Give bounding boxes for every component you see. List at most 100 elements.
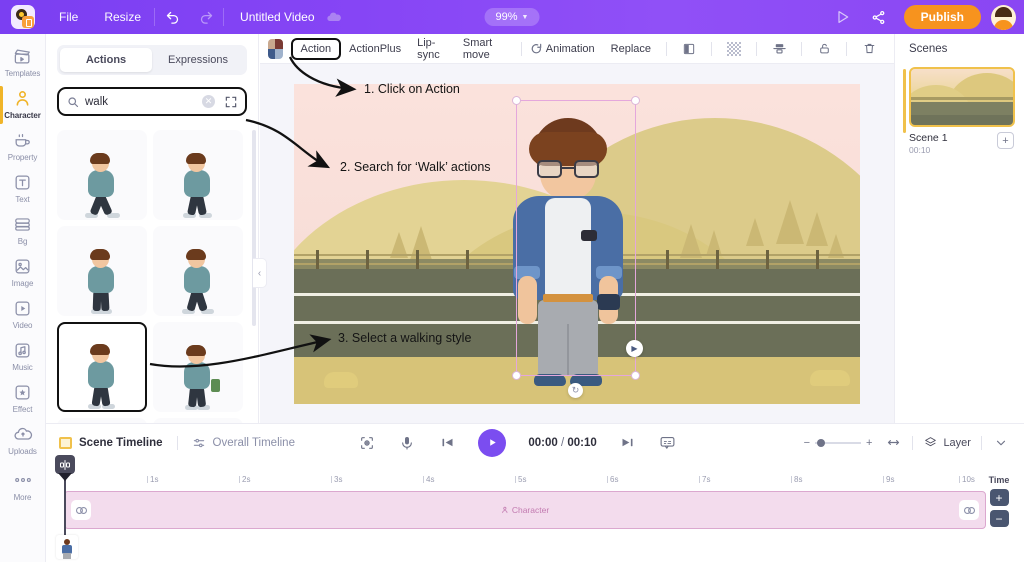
focus-icon[interactable] [358,434,376,452]
toolbar-lipsync[interactable]: Lip-sync [409,34,455,64]
opacity-icon[interactable] [726,41,742,57]
toolbar-actionplus[interactable]: ActionPlus [341,40,409,58]
subtitle-icon[interactable] [659,434,677,452]
split-playhead-icon[interactable] [55,455,75,474]
undo-icon[interactable] [155,0,189,34]
toolbar-action[interactable]: Action [290,37,342,60]
app-logo[interactable] [0,0,46,34]
toolbar-smartmove[interactable]: Smart move [455,34,514,64]
play-character-icon[interactable]: ▶ [626,339,643,357]
share-icon[interactable] [862,0,896,34]
scene-duration: 00:10 [909,145,931,155]
fit-to-width-icon[interactable] [884,434,902,452]
sidebar-item-bg[interactable]: Bg [0,208,46,250]
align-icon[interactable] [771,41,787,57]
resize-handle-tl[interactable] [512,95,521,105]
playhead[interactable] [55,455,75,542]
app-root: File Resize Untitled Video 99% ▼ Publish [0,0,1024,562]
zoom-out-button[interactable]: − [804,437,810,449]
scene-timeline-icon [58,435,73,450]
action-thumb-1[interactable] [57,130,147,220]
timeline-zoom-slider[interactable]: − + [804,437,873,449]
search-input[interactable]: walk [66,95,202,108]
sidebar-item-templates[interactable]: Templates [0,40,46,82]
timeline-character-thumb[interactable] [56,535,78,559]
previous-frame-icon[interactable] [438,434,456,452]
tab-actions[interactable]: Actions [60,48,152,72]
sidebar-item-property[interactable]: Property [0,124,46,166]
ruler-tick: 4s [422,475,435,484]
flip-icon[interactable] [681,41,697,57]
color-swatch-icon[interactable] [268,38,283,59]
zoom-in-button[interactable]: + [866,437,872,449]
timeline-track-character[interactable]: Character [64,491,986,529]
action-thumb-6[interactable] [153,322,243,412]
tab-overall-timeline[interactable]: Overall Timeline [192,435,295,450]
delete-icon[interactable] [861,41,877,57]
microphone-icon[interactable] [398,434,416,452]
sidebar-item-music[interactable]: Music [0,334,46,376]
time-zoom-out-button[interactable]: − [989,510,1009,527]
expand-icon[interactable] [224,95,238,109]
sidebar-item-effect[interactable]: Effect [0,376,46,418]
sidebar-item-more[interactable]: More [0,464,46,506]
chevron-down-icon[interactable] [992,434,1010,452]
action-thumb-2[interactable] [153,130,243,220]
lock-icon[interactable] [816,41,832,57]
collapse-panel-chevron-icon[interactable]: ‹ [253,258,267,288]
scene-thumbnail[interactable] [909,67,1015,127]
animation-icon[interactable] [529,41,543,57]
zoom-knob[interactable] [817,438,825,447]
sidebar-label: Property [7,153,38,162]
time-zoom-in-button[interactable]: + [989,489,1009,506]
replace-button[interactable]: Replace [603,40,659,58]
menu-file[interactable]: File [46,0,91,34]
sidebar-item-image[interactable]: Image [0,250,46,292]
video-canvas[interactable]: ▶ ↻ [294,83,860,404]
ruler-tick: 6s [606,475,619,484]
rotate-handle-icon[interactable]: ↻ [568,382,583,398]
selection-box[interactable]: ▶ [512,95,643,380]
sidebar-item-text[interactable]: Text [0,166,46,208]
panel-scrollbar[interactable] [252,130,256,326]
sidebar-label: Templates [4,69,41,78]
trim-left-handle[interactable] [71,500,91,520]
action-thumb-5-selected[interactable] [57,322,147,412]
text-icon [12,171,34,193]
annotation-1: 1. Click on Action [364,82,460,96]
sidebar-item-uploads[interactable]: Uploads [0,418,46,460]
action-thumb-4[interactable] [153,226,243,316]
preview-icon[interactable] [826,0,860,34]
tab-scene-timeline[interactable]: Scene Timeline [58,435,163,450]
play-button[interactable] [478,428,507,457]
menu-resize[interactable]: Resize [91,0,154,34]
annotation-2: 2. Search for ‘Walk’ actions [340,160,491,174]
resize-handle-tr[interactable] [631,95,640,105]
project-title[interactable]: Untitled Video [224,10,325,24]
track-label: Character [501,505,549,515]
resize-handle-br[interactable] [631,370,640,380]
zoom-level-selector[interactable]: 99% ▼ [484,8,540,26]
publish-button[interactable]: Publish [903,5,981,29]
canvas-area[interactable]: ▶ ↻ [260,64,894,423]
clear-icon[interactable]: ✕ [202,95,215,108]
toolbar-divider [521,41,522,56]
add-scene-button[interactable]: + [997,132,1014,149]
tab-expressions[interactable]: Expressions [152,48,244,72]
sidebar-item-character[interactable]: Character [0,82,46,124]
layer-button[interactable]: Layer [923,435,971,450]
toolbar-divider-r1 [666,41,668,56]
scenes-title: Scenes [909,43,948,55]
overall-timeline-icon [192,435,207,450]
zoom-track[interactable] [815,438,861,447]
next-frame-icon[interactable] [619,434,637,452]
resize-handle-bl[interactable] [512,370,521,380]
trim-right-handle[interactable] [959,500,979,520]
sidebar-item-video[interactable]: Video [0,292,46,334]
redo-icon[interactable] [189,0,223,34]
toolbar-animation[interactable]: Animation [543,40,603,58]
user-avatar[interactable] [991,4,1016,30]
property-icon [12,129,34,151]
timeline-ruler[interactable]: 1s 2s 3s 4s 5s 6s 7s 8s 9s 10s [46,475,1024,489]
action-thumb-3[interactable] [57,226,147,316]
